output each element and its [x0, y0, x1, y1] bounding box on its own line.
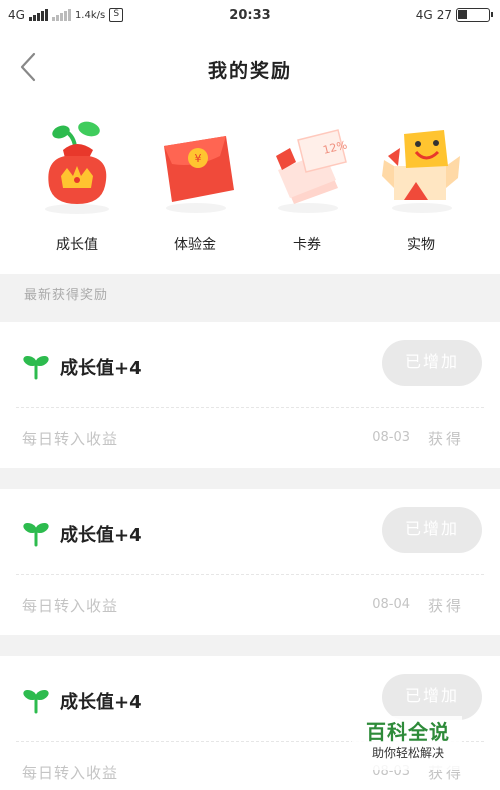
reward-card: 成长值+4 已增加 每日转入收益 08-04 获得 [0, 489, 500, 635]
reward-title: 成长值+4 [60, 525, 142, 546]
category-growth[interactable]: 成长值 [22, 102, 132, 274]
reward-date: 08-04 [372, 597, 410, 612]
svg-text:¥: ¥ [195, 152, 202, 165]
reward-obtained: 获得 [427, 597, 464, 615]
category-physical[interactable]: 实物 [366, 102, 476, 274]
reward-obtained: 获得 [427, 430, 464, 448]
category-trial-fund[interactable]: ¥ 体验金 [140, 102, 250, 274]
battery-icon [456, 8, 493, 22]
section-header: 最新获得奖励 [24, 288, 109, 303]
gift-box-icon [382, 130, 460, 213]
reward-status-button[interactable]: 已增加 [382, 507, 482, 553]
status-bar-right: 4G 27 [415, 8, 493, 22]
category-label: 卡券 [293, 237, 321, 253]
watermark: 百科全说 助你轻松解决 [352, 716, 462, 770]
battery-percent: 27 [436, 8, 452, 22]
reward-categories: 成长值 ¥ 体验金 12% 卡券 实物 [0, 102, 500, 274]
category-label: 实物 [407, 237, 435, 253]
nav-header: 我的奖励 [0, 32, 500, 102]
sprout-icon [23, 689, 49, 714]
red-envelope-icon: ¥ [164, 136, 234, 213]
network-type-right: 4G [415, 8, 433, 22]
divider [16, 407, 484, 408]
reward-source: 每日转入收益 [22, 764, 119, 782]
category-label: 体验金 [174, 237, 216, 253]
reward-source: 每日转入收益 [22, 597, 119, 615]
sprout-icon [23, 355, 49, 380]
sprout-icon [23, 522, 49, 547]
reward-card: 成长值+4 已增加 每日转入收益 08-03 获得 [0, 322, 500, 468]
watermark-subtitle: 助你轻松解决 [372, 746, 445, 760]
page-title: 我的奖励 [207, 60, 292, 82]
reward-status-button[interactable]: 已增加 [382, 340, 482, 386]
reward-date: 08-03 [372, 430, 410, 445]
category-label: 成长值 [56, 237, 98, 253]
coupon-icon: 12% [276, 129, 348, 213]
watermark-title: 百科全说 [366, 720, 450, 744]
category-coupon[interactable]: 12% 卡券 [252, 102, 362, 274]
status-bar: 4G 1.4k/s S 20:33 4G 27 [0, 0, 500, 32]
reward-source: 每日转入收益 [22, 430, 119, 448]
reward-status-button[interactable]: 已增加 [382, 674, 482, 720]
growth-bag-icon [45, 121, 109, 214]
reward-title: 成长值+4 [60, 692, 142, 713]
divider [16, 574, 484, 575]
reward-title: 成长值+4 [60, 358, 142, 379]
